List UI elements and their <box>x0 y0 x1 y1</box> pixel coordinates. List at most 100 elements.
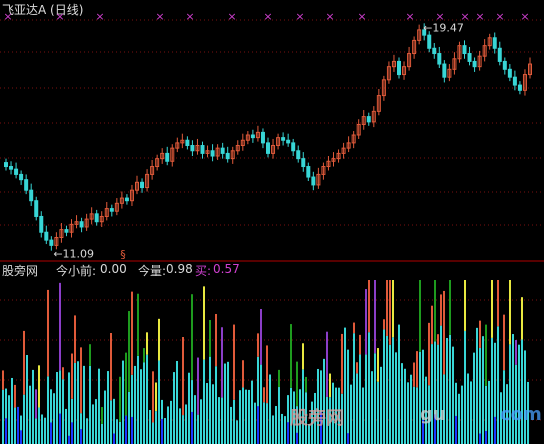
volume-bar <box>35 418 37 444</box>
volume-bar <box>458 393 460 444</box>
cross-mark: × <box>295 10 304 23</box>
volume-bar <box>395 352 397 444</box>
volume-bar <box>53 393 55 444</box>
volume-bar <box>266 403 268 444</box>
blue-bar <box>5 418 7 444</box>
volume-bar <box>242 387 244 444</box>
volume-bar <box>398 324 400 444</box>
volume-bar <box>260 364 262 444</box>
volume-bar <box>272 415 274 444</box>
candle-body <box>266 142 270 154</box>
volume-bar <box>164 418 166 444</box>
signal-bar <box>509 280 511 345</box>
signal-bar <box>155 382 157 412</box>
volume-bar <box>491 337 493 444</box>
candle-body <box>467 53 472 62</box>
signal-bar <box>392 280 394 338</box>
volume-bar <box>374 353 376 444</box>
volume-bar <box>269 374 271 444</box>
signal-bar <box>59 282 61 371</box>
volume-bar <box>146 354 148 444</box>
candle-body <box>427 34 432 49</box>
volume-bar <box>134 365 136 444</box>
signal-bar <box>137 293 139 356</box>
volume-bar <box>371 371 373 444</box>
candle-body <box>281 137 286 141</box>
label-3: 买: <box>195 264 212 278</box>
cross-mark: × <box>95 10 104 23</box>
candle-body <box>311 176 316 186</box>
volume-bar <box>275 406 277 444</box>
signal-bar <box>356 362 358 374</box>
volume-bar <box>356 373 358 444</box>
candle-body <box>286 139 291 144</box>
signal-bar <box>263 387 265 403</box>
cross-mark: × <box>495 10 504 23</box>
volume-bar <box>383 329 385 444</box>
volume-bar <box>176 360 178 444</box>
signal-bar <box>290 324 292 388</box>
signal-bar <box>479 320 481 348</box>
volume-bar <box>152 422 154 444</box>
volume-bar <box>353 333 355 444</box>
signal-bar <box>416 351 418 388</box>
cross-mark: × <box>520 10 529 23</box>
volume-bar <box>83 365 85 444</box>
volume-bar <box>11 377 13 444</box>
volume-bar <box>467 373 469 444</box>
blue-bar <box>131 416 133 444</box>
signal-bar <box>119 376 121 422</box>
volume-bar <box>419 351 421 444</box>
signal-bar <box>209 319 211 357</box>
low-label: ←11.09 <box>53 248 94 261</box>
volume-bar <box>431 344 433 444</box>
candle-body <box>507 68 512 78</box>
volume-bar <box>470 381 472 444</box>
volume-bar <box>497 326 499 444</box>
signal-bar <box>182 337 184 416</box>
volume-bar <box>128 391 130 444</box>
candle-body <box>9 166 14 170</box>
candle-body <box>512 76 517 86</box>
volume-bar <box>413 386 415 444</box>
volume-bar <box>389 344 391 444</box>
signal-bar <box>221 327 223 398</box>
cross-mark: × <box>185 10 194 23</box>
volume-bar <box>464 330 466 444</box>
volume-bar <box>170 400 172 444</box>
signal-bar <box>101 407 103 424</box>
signal-bar <box>257 333 259 357</box>
signal-bar <box>110 332 112 401</box>
signal-bar <box>296 361 298 407</box>
signal-bar <box>233 324 235 400</box>
volume-bar <box>224 363 226 444</box>
signal-bar <box>419 280 421 352</box>
value-1: 0.00 <box>100 262 127 276</box>
volume-bar <box>110 400 112 444</box>
volume-bar <box>206 383 208 444</box>
volume-bar <box>182 415 184 444</box>
signal-bar <box>152 371 154 423</box>
blue-bar <box>125 415 127 444</box>
volume-bar <box>95 399 97 444</box>
volume-bar <box>263 402 265 444</box>
candle-body <box>44 231 49 241</box>
blue-bar <box>479 433 481 444</box>
signal-bar <box>80 347 82 414</box>
blue-bar <box>347 433 349 444</box>
signal-bar <box>377 348 379 382</box>
signal-bar <box>359 334 361 355</box>
volume-bar <box>524 350 526 444</box>
volume-bar <box>41 414 43 444</box>
cross-mark: × <box>475 10 484 23</box>
volume-bar <box>119 421 121 444</box>
volume-bar <box>362 387 364 444</box>
signal-bar <box>38 365 40 408</box>
volume-bar <box>122 360 124 444</box>
volume-bar <box>440 325 442 444</box>
signal-bar <box>35 389 37 419</box>
volume-bar <box>116 419 118 444</box>
volume-bar <box>479 347 481 444</box>
candle-body <box>124 197 129 202</box>
volume-bar <box>230 406 232 444</box>
